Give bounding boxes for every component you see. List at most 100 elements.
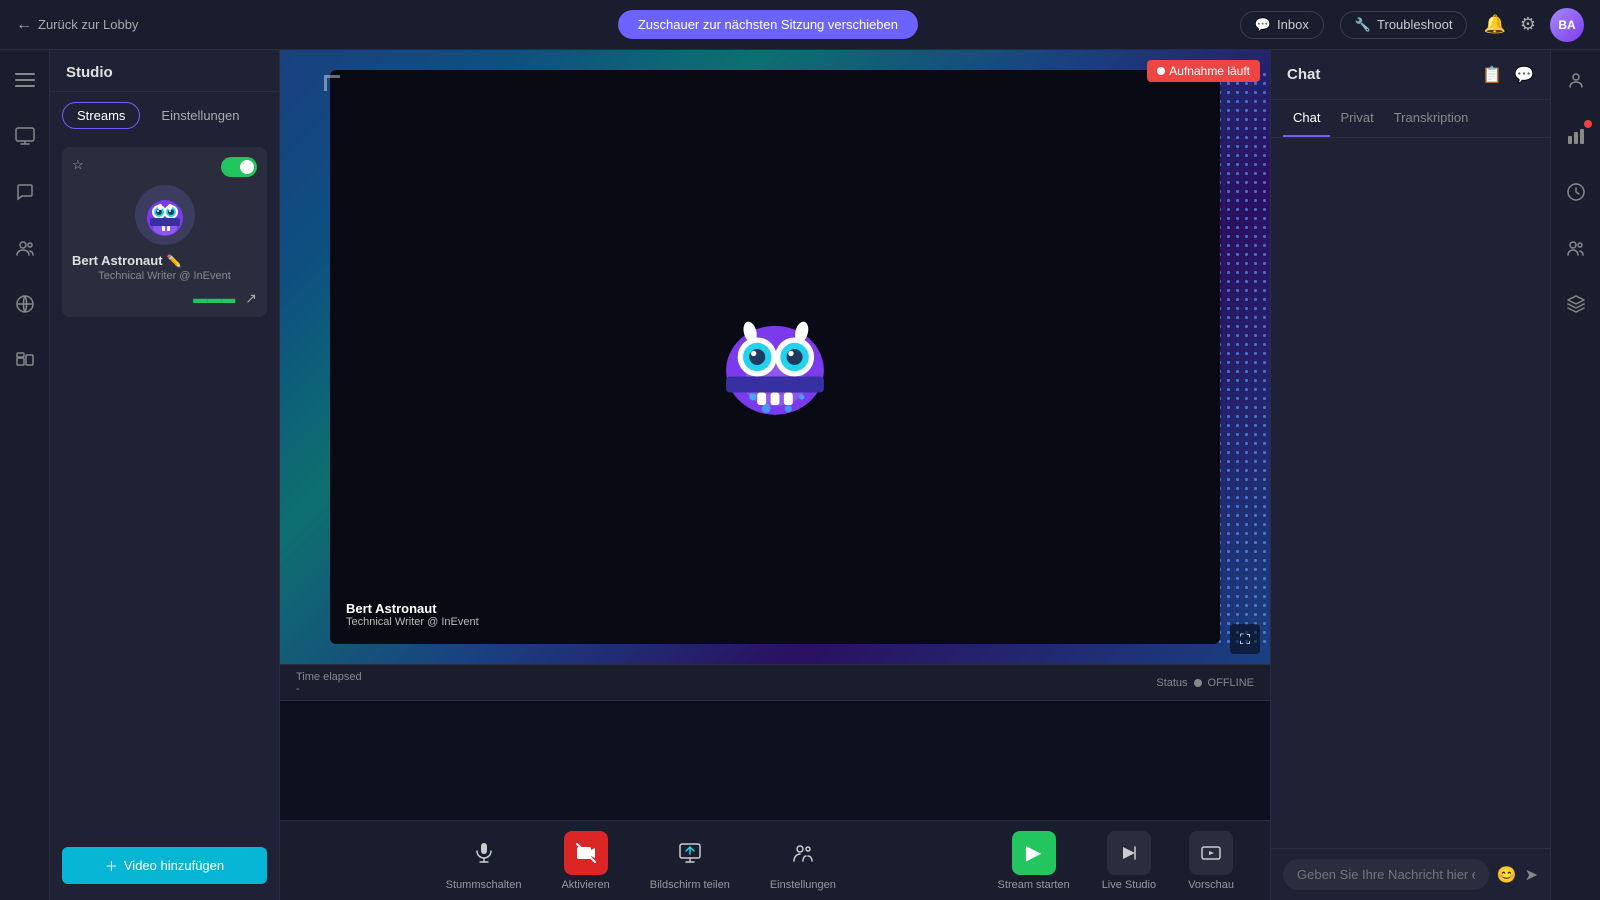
frame-corner-tl bbox=[324, 75, 340, 91]
video-container: Bert Astronaut Technical Writer @ InEven… bbox=[280, 50, 1270, 664]
recording-dot bbox=[1157, 67, 1165, 75]
stream-name: Bert Astronaut ✏️ bbox=[72, 253, 257, 268]
video-name-overlay: Bert Astronaut Technical Writer @ InEven… bbox=[346, 601, 479, 628]
recording-label: Aufnahme läuft bbox=[1169, 64, 1250, 78]
tab-streams[interactable]: Streams bbox=[62, 102, 140, 129]
offline-dot bbox=[1194, 679, 1202, 687]
chat-input-area: 😊 ➤ bbox=[1271, 848, 1550, 900]
video-button[interactable]: Aktivieren bbox=[541, 823, 629, 899]
toolbar-group-left: Stummschalten Aktivieren Bildschirm teil… bbox=[300, 823, 982, 899]
time-elapsed-section: Time elapsed - bbox=[296, 671, 362, 695]
chat-bubble-icon[interactable]: 💬 bbox=[1514, 65, 1534, 85]
time-elapsed-label: Time elapsed bbox=[296, 671, 362, 683]
fullscreen-button[interactable]: ⛶ bbox=[1230, 624, 1260, 654]
live-studio-button[interactable]: Live Studio bbox=[1086, 823, 1172, 899]
play-icon: ▶ bbox=[1012, 831, 1056, 875]
right-rail-chart[interactable] bbox=[1558, 118, 1594, 154]
inbox-icon: 💬 bbox=[1255, 17, 1271, 33]
emoji-icon[interactable]: 😊 bbox=[1497, 865, 1517, 885]
chat-header: Chat 📋 💬 bbox=[1271, 50, 1550, 100]
bottom-toolbar: Stummschalten Aktivieren Bildschirm teil… bbox=[280, 820, 1270, 900]
screen-share-button[interactable]: Bildschirm teilen bbox=[630, 823, 750, 899]
studio-title: Studio bbox=[66, 64, 113, 81]
troubleshoot-icon: 🔧 bbox=[1355, 17, 1371, 33]
settings-icon[interactable]: ⚙ bbox=[1520, 14, 1536, 35]
tab-chat[interactable]: Chat bbox=[1283, 100, 1330, 137]
right-rail-people[interactable] bbox=[1558, 62, 1594, 98]
star-icon[interactable]: ☆ bbox=[72, 157, 84, 173]
live-studio-icon bbox=[1107, 831, 1151, 875]
stream-role: Technical Writer @ InEvent bbox=[72, 270, 257, 282]
mute-button[interactable]: Stummschalten bbox=[426, 823, 542, 899]
stream-start-button[interactable]: ▶ Stream starten bbox=[982, 823, 1086, 899]
right-rail-layers[interactable] bbox=[1558, 286, 1594, 322]
add-video-button[interactable]: ＋ Video hinzufügen bbox=[62, 847, 267, 884]
chat-panel: Chat 📋 💬 Chat Privat Transkription 😊 ➤ bbox=[1270, 50, 1550, 900]
chart-badge bbox=[1584, 120, 1592, 128]
video-status-bar: Time elapsed - Status OFFLINE bbox=[280, 664, 1270, 700]
tab-privat[interactable]: Privat bbox=[1330, 100, 1383, 137]
troubleshoot-label: Troubleshoot bbox=[1377, 17, 1452, 32]
settings-button[interactable]: Einstellungen bbox=[750, 823, 856, 899]
sidebar-item-chat[interactable] bbox=[7, 174, 43, 210]
tab-transkription[interactable]: Transkription bbox=[1384, 100, 1479, 137]
status-label: Status bbox=[1156, 677, 1187, 689]
stream-start-label: Stream starten bbox=[998, 879, 1070, 891]
sidebar-item-globe[interactable] bbox=[7, 286, 43, 322]
status-section: Status OFFLINE bbox=[1156, 677, 1254, 689]
video-frame: Bert Astronaut Technical Writer @ InEven… bbox=[330, 70, 1220, 644]
live-studio-label: Live Studio bbox=[1102, 879, 1156, 891]
send-icon[interactable]: ➤ bbox=[1525, 865, 1538, 885]
settings-label: Einstellungen bbox=[770, 879, 836, 891]
chat-input[interactable] bbox=[1283, 859, 1489, 890]
external-link-icon[interactable]: ↗ bbox=[245, 290, 257, 307]
preview-label: Vorschau bbox=[1188, 879, 1234, 891]
back-arrow-icon: ← bbox=[16, 16, 32, 34]
left-icon-sidebar bbox=[0, 50, 50, 900]
topbar-left: ← Zurück zur Lobby bbox=[16, 16, 296, 34]
stream-card: ☆ bbox=[62, 147, 267, 317]
move-audience-button[interactable]: Zuschauer zur nächsten Sitzung verschieb… bbox=[618, 10, 918, 39]
mic-icon bbox=[462, 831, 506, 875]
video-label: Aktivieren bbox=[561, 879, 609, 891]
toolbar-group-right: ▶ Stream starten Live Studio Vorschau bbox=[982, 823, 1250, 899]
signal-icon: ▬▬▬ bbox=[193, 290, 235, 307]
edit-icon[interactable]: ✏️ bbox=[167, 254, 182, 268]
stream-avatar bbox=[135, 185, 195, 245]
offline-status: OFFLINE bbox=[1208, 677, 1254, 689]
mute-label: Stummschalten bbox=[446, 879, 522, 891]
avatar[interactable]: BA bbox=[1550, 8, 1584, 42]
center-area: Bert Astronaut Technical Writer @ InEven… bbox=[280, 50, 1270, 900]
screen-share-icon bbox=[668, 831, 712, 875]
preview-button[interactable]: Vorschau bbox=[1172, 823, 1250, 899]
chat-tabs: Chat Privat Transkription bbox=[1271, 100, 1550, 138]
stream-card-bottom: ▬▬▬ ↗ bbox=[72, 290, 257, 307]
stream-card-top: ☆ bbox=[72, 157, 257, 177]
bell-icon[interactable]: 🔔 bbox=[1483, 14, 1505, 35]
notes-icon[interactable]: 📋 bbox=[1482, 65, 1502, 85]
preview-area bbox=[280, 700, 1270, 820]
topbar-center: Zuschauer zur nächsten Sitzung verschieb… bbox=[296, 10, 1240, 39]
back-label: Zurück zur Lobby bbox=[38, 17, 138, 32]
troubleshoot-button[interactable]: 🔧 Troubleshoot bbox=[1340, 11, 1468, 39]
sidebar-item-group[interactable] bbox=[7, 342, 43, 378]
topbar-icons: 🔔 ⚙ BA bbox=[1483, 8, 1584, 42]
stream-toggle[interactable] bbox=[221, 157, 257, 177]
plus-icon: ＋ bbox=[105, 856, 118, 875]
tab-einstellungen[interactable]: Einstellungen bbox=[146, 102, 254, 129]
preview-icon bbox=[1189, 831, 1233, 875]
sidebar-item-monitor[interactable] bbox=[7, 118, 43, 154]
time-elapsed-value: - bbox=[296, 683, 362, 695]
inbox-button[interactable]: 💬 Inbox bbox=[1240, 11, 1324, 39]
screen-share-label: Bildschirm teilen bbox=[650, 879, 730, 891]
add-video-label: Video hinzufügen bbox=[124, 858, 224, 873]
studio-tabs: Streams Einstellungen bbox=[50, 92, 279, 139]
right-rail bbox=[1550, 50, 1600, 900]
right-rail-group[interactable] bbox=[1558, 230, 1594, 266]
back-button[interactable]: ← Zurück zur Lobby bbox=[16, 16, 138, 34]
sidebar-item-menu[interactable] bbox=[7, 62, 43, 98]
main-layout: Studio Streams Einstellungen ☆ bbox=[0, 50, 1600, 900]
right-rail-clock[interactable] bbox=[1558, 174, 1594, 210]
monster-character bbox=[695, 277, 855, 437]
sidebar-item-people[interactable] bbox=[7, 230, 43, 266]
